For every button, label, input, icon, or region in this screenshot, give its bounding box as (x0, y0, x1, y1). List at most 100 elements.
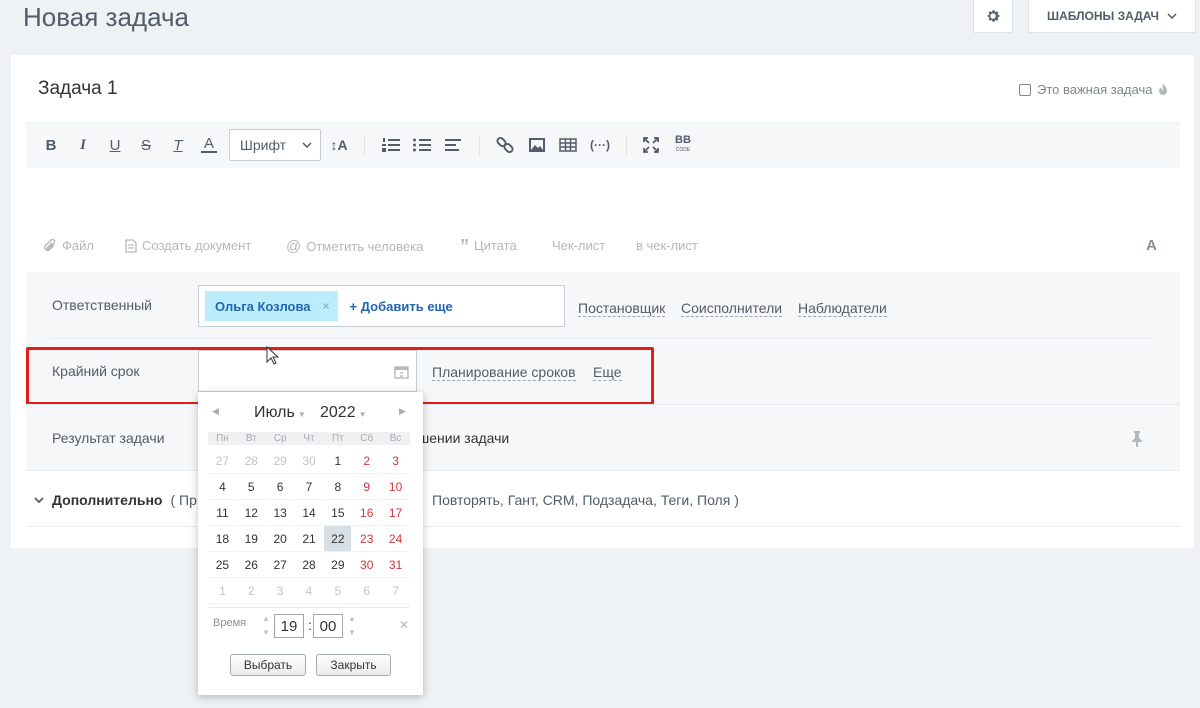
calendar-day[interactable]: 13 (266, 500, 294, 526)
calendar-day[interactable]: 22 (324, 526, 352, 552)
weekday-label: Сб (360, 433, 374, 444)
align-icon[interactable] (445, 135, 461, 155)
calendar-day[interactable]: 28 (237, 448, 265, 474)
calendar-day[interactable]: 1 (209, 578, 236, 604)
role-link-creator[interactable]: Постановщик (578, 300, 666, 317)
calendar-day[interactable]: 21 (295, 526, 323, 552)
link-icon[interactable] (496, 135, 514, 155)
calendar-day[interactable]: 27 (209, 448, 236, 474)
hours-stepper[interactable]: ▲ ▼ (262, 612, 270, 640)
weekday-label: Пт (331, 433, 344, 444)
calendar-day[interactable]: 11 (209, 500, 236, 526)
calendar-year-select[interactable]: 2022 ▼ (320, 404, 367, 422)
divider (50, 338, 1154, 339)
italic-button[interactable]: I (75, 135, 91, 155)
calendar-day[interactable]: 4 (209, 474, 236, 500)
bold-button[interactable]: B (43, 135, 59, 155)
fullscreen-icon[interactable] (643, 135, 659, 155)
additional-toggle[interactable]: Дополнительно ( Пр (34, 492, 197, 508)
role-link-coexecutors[interactable]: Соисполнители (681, 300, 783, 317)
calendar-day[interactable]: 25 (209, 552, 236, 578)
settings-button[interactable] (973, 0, 1013, 33)
quote-button[interactable]: ” Цитата (460, 237, 517, 255)
dropdown-arrow-icon: ▼ (358, 410, 367, 419)
important-task-checkbox[interactable]: Это важная задача (1019, 82, 1168, 97)
toolbar-separator (626, 135, 627, 155)
calendar-day[interactable]: 2 (237, 578, 265, 604)
calendar-day[interactable]: 10 (382, 474, 409, 500)
calendar-day[interactable]: 19 (237, 526, 265, 552)
pin-icon[interactable] (1131, 430, 1143, 447)
checklist-button[interactable]: Чек-лист (552, 238, 605, 253)
underline-button[interactable]: U (107, 135, 123, 155)
font-size-button[interactable]: ↕A (329, 135, 349, 155)
calendar-day[interactable]: 30 (295, 448, 323, 474)
calendar-day[interactable]: 23 (353, 526, 381, 552)
font-select[interactable]: Шрифт (229, 129, 321, 161)
clear-time-icon[interactable]: ✕ (399, 618, 409, 632)
create-document-button[interactable]: Создать документ (125, 238, 251, 253)
minutes-stepper[interactable]: ▲ ▼ (348, 612, 356, 640)
calendar-day[interactable]: 9 (353, 474, 381, 500)
bbcode-icon[interactable]: BB CODE (673, 135, 693, 155)
strikethrough-button[interactable]: S (138, 135, 154, 155)
calendar-day[interactable]: 29 (266, 448, 294, 474)
code-icon[interactable]: (···) (589, 135, 611, 155)
task-title-input[interactable]: Задача 1 (38, 78, 118, 100)
calendar-day[interactable]: 16 (353, 500, 381, 526)
calendar-day[interactable]: 3 (382, 448, 409, 474)
image-icon[interactable] (529, 135, 545, 155)
calendar-day[interactable]: 7 (382, 578, 409, 604)
calendar-day[interactable]: 18 (209, 526, 236, 552)
text-format-toggle[interactable]: A (1146, 237, 1157, 254)
calendar-day[interactable]: 5 (324, 578, 352, 604)
calendar-day[interactable]: 30 (353, 552, 381, 578)
calendar-day[interactable]: 14 (295, 500, 323, 526)
close-calendar-button[interactable]: Закрыть (316, 654, 391, 676)
prev-month-arrow[interactable]: ◀ (212, 406, 219, 417)
calendar-day[interactable]: 29 (324, 552, 352, 578)
calendar-day[interactable]: 20 (266, 526, 294, 552)
calendar-day[interactable]: 12 (237, 500, 265, 526)
checkbox-icon[interactable] (1019, 83, 1031, 96)
next-month-arrow[interactable]: ▶ (399, 406, 406, 417)
file-attach-button[interactable]: Файл (43, 238, 94, 253)
table-icon[interactable] (559, 135, 577, 155)
calendar-day[interactable]: 3 (266, 578, 294, 604)
calendar-day[interactable]: 17 (382, 500, 409, 526)
calendar-day[interactable]: 28 (295, 552, 323, 578)
remove-icon[interactable]: × (323, 299, 330, 313)
responsible-chip[interactable]: Ольга Козлова × (205, 291, 338, 321)
role-link-observers[interactable]: Наблюдатели (798, 300, 887, 317)
text-color-button[interactable]: A (201, 135, 217, 153)
add-more-link[interactable]: + Добавить еще (350, 299, 453, 314)
additional-items[interactable]: Повторять, Гант, CRM, Подзадача, Теги, П… (432, 492, 739, 508)
calendar-day[interactable]: 8 (324, 474, 352, 500)
calendar-day[interactable]: 24 (382, 526, 409, 552)
calendar-day[interactable]: 2 (353, 448, 381, 474)
mention-button[interactable]: @ Отметить человека (286, 238, 423, 255)
calendar-day[interactable]: 15 (324, 500, 352, 526)
responsible-field[interactable]: Ольга Козлова × + Добавить еще (198, 285, 565, 327)
toolbar-separator (364, 135, 365, 155)
calendar-day[interactable]: 1 (324, 448, 352, 474)
calendar-day[interactable]: 6 (266, 474, 294, 500)
calendar-day[interactable]: 4 (295, 578, 323, 604)
calendar-day[interactable]: 6 (353, 578, 381, 604)
hours-input[interactable]: 19 (274, 614, 304, 638)
calendar-day[interactable]: 5 (237, 474, 265, 500)
toolbar-separator (479, 135, 480, 155)
clear-format-button[interactable]: T (169, 135, 187, 155)
chevron-down-icon (302, 142, 312, 148)
numbered-list-icon[interactable] (382, 135, 400, 155)
calendar-day[interactable]: 7 (295, 474, 323, 500)
bullet-list-icon[interactable] (413, 135, 431, 155)
calendar-day[interactable]: 27 (266, 552, 294, 578)
calendar-day[interactable]: 31 (382, 552, 409, 578)
minutes-input[interactable]: 00 (313, 614, 343, 638)
task-templates-button[interactable]: ШАБЛОНЫ ЗАДАЧ (1028, 0, 1196, 33)
to-checklist-button[interactable]: в чек-лист (636, 238, 698, 253)
calendar-month-select[interactable]: Июль ▼ (254, 404, 306, 422)
select-date-button[interactable]: Выбрать (230, 654, 306, 676)
calendar-day[interactable]: 26 (237, 552, 265, 578)
